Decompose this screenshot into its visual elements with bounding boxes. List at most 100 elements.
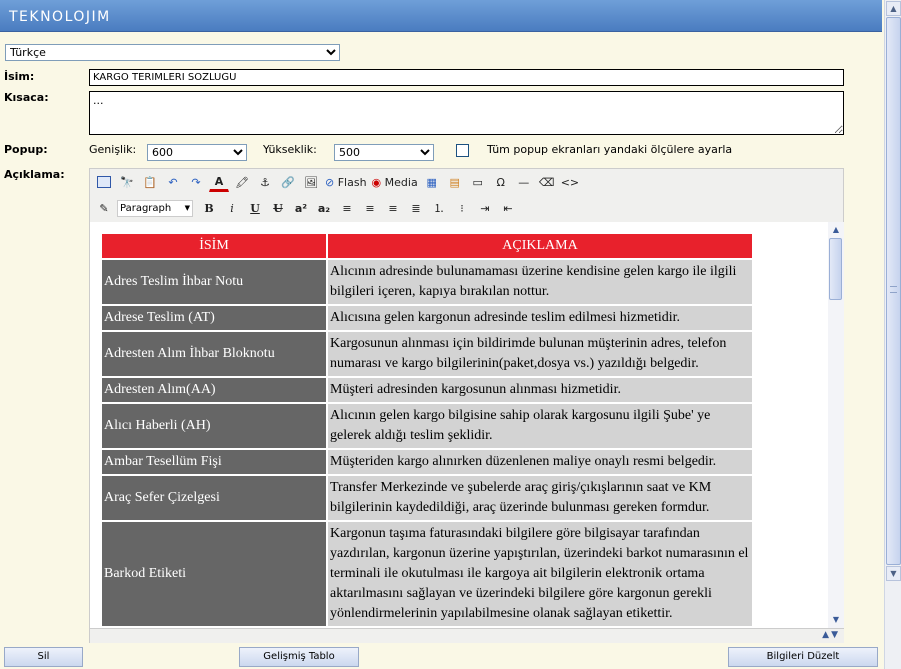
table-row: Barkod Etiketi Kargonun taşıma faturasınd… xyxy=(102,522,752,626)
term-name-cell: Barkod Etiketi xyxy=(102,522,326,626)
styles-icon[interactable]: ✎ xyxy=(94,198,114,218)
term-description-cell: Müşteri adresinden kargosunun alınması h… xyxy=(328,378,752,402)
outdent-icon[interactable]: ⇤ xyxy=(498,198,518,218)
table-row: Adresten Alım İhbar Bloknotu Kargosunun a… xyxy=(102,332,752,376)
term-name-cell: Adresten Alım(AA) xyxy=(102,378,326,402)
template-icon[interactable]: ▭ xyxy=(468,172,488,192)
apply-all-popups-checkbox[interactable] xyxy=(456,144,469,157)
term-description-cell: Alıcının gelen kargo bilgisine sahip ola… xyxy=(328,404,752,448)
apply-all-label: Tüm popup ekranları yandaki ölçülere aya… xyxy=(487,143,733,156)
html-source-icon[interactable]: <> xyxy=(560,172,580,192)
table-row: Adrese Teslim (AT) Alıcısına gelen kargon… xyxy=(102,306,752,330)
indent-icon[interactable]: ⇥ xyxy=(475,198,495,218)
underline-button[interactable]: U xyxy=(245,198,265,218)
editor-content-area[interactable]: İSİM AÇIKLAMA Adres Teslim İhbar Notu Alı… xyxy=(90,222,844,628)
editor-statusbar: ▲▼ xyxy=(90,628,844,643)
italic-button[interactable]: i xyxy=(222,198,242,218)
table-header-name: İSİM xyxy=(102,234,326,258)
term-description-cell: Alıcısına gelen kargonun adresinde tesli… xyxy=(328,306,752,330)
editor-scroll-up-icon[interactable]: ▲ xyxy=(828,222,844,238)
image-icon[interactable]: 🖼 xyxy=(301,172,321,192)
terms-table: İSİM AÇIKLAMA Adres Teslim İhbar Notu Alı… xyxy=(100,232,754,628)
language-select[interactable]: Türkçe xyxy=(5,44,340,61)
popup-width-select[interactable]: 600 xyxy=(147,144,247,161)
bold-button[interactable]: B xyxy=(199,198,219,218)
name-label: İsim: xyxy=(4,70,35,83)
flash-label: Flash xyxy=(337,175,367,189)
table-row: Ambar Tesellüm Fişi Müşteriden kargo alın… xyxy=(102,450,752,474)
scroll-up-arrow-icon[interactable]: ▲ xyxy=(886,1,901,16)
term-name-cell: Adresten Alım İhbar Bloknotu xyxy=(102,332,326,376)
editor-scrollbar[interactable]: ▲ ▼ xyxy=(828,222,844,628)
summary-textarea[interactable]: ... xyxy=(89,91,844,135)
popup-height-select[interactable]: 500 xyxy=(334,144,434,161)
align-left-icon[interactable]: ≡ xyxy=(337,198,357,218)
strikethrough-button[interactable]: U xyxy=(268,198,288,218)
term-name-cell: Alıcı Haberli (AH) xyxy=(102,404,326,448)
rich-text-editor[interactable]: 🔭 📋 ↶ ↷ A 🖍 ⚓ 🔗 🖼 ⊘ Flash ◉ Media ▦ ▤ ▭ … xyxy=(89,168,844,643)
link-icon[interactable]: 🔗 xyxy=(278,172,298,192)
flash-button[interactable]: ⊘ Flash xyxy=(324,172,368,192)
term-name-cell: Adrese Teslim (AT) xyxy=(102,306,326,330)
align-right-icon[interactable]: ≡ xyxy=(383,198,403,218)
find-icon[interactable]: 🔭 xyxy=(117,172,137,192)
media-label: Media xyxy=(384,175,418,189)
editor-toolbar-row-1: 🔭 📋 ↶ ↷ A 🖍 ⚓ 🔗 🖼 ⊘ Flash ◉ Media ▦ ▤ ▭ … xyxy=(94,171,583,193)
update-button[interactable]: Bilgileri Düzelt xyxy=(728,647,878,667)
term-description-cell: Kargonun taşıma faturasındaki bilgilere … xyxy=(328,522,752,626)
table-row: Adresten Alım(AA) Müşteri adresinden karg… xyxy=(102,378,752,402)
chevron-down-icon: ▼ xyxy=(184,204,190,212)
format-value: Paragraph xyxy=(120,202,172,214)
term-description-cell: Kargosunun alınması için bildirimde bulu… xyxy=(328,332,752,376)
table-row: Araç Sefer Çizelgesi Transfer Merkezinde … xyxy=(102,476,752,520)
term-description-cell: Alıcının adresinde bulunamaması üzerine … xyxy=(328,260,752,304)
page-scrollbar[interactable]: ▲ ▼ xyxy=(884,0,901,669)
app-logo: TEKNOLOJIM xyxy=(9,9,111,25)
bullet-list-icon[interactable]: ⁝ xyxy=(452,198,472,218)
table-icon[interactable]: ▦ xyxy=(422,172,442,192)
term-description-cell: Müşteriden kargo alınırken düzenlenen ma… xyxy=(328,450,752,474)
term-name-cell: Ambar Tesellüm Fişi xyxy=(102,450,326,474)
scrollbar-thumb[interactable] xyxy=(886,17,901,565)
align-center-icon[interactable]: ≡ xyxy=(360,198,380,218)
numbered-list-icon[interactable]: ⒈ xyxy=(429,198,449,218)
background-color-icon[interactable]: 🖍 xyxy=(232,172,252,192)
special-char-icon[interactable]: Ω xyxy=(491,172,511,192)
app-header: TEKNOLOJIM xyxy=(0,0,882,32)
table-row: Alıcı Haberli (AH) Alıcının gelen kargo b… xyxy=(102,404,752,448)
media-icon: ◉ xyxy=(371,175,382,189)
table-row: Adres Teslim İhbar Notu Alıcının adresind… xyxy=(102,260,752,304)
editor-toolbar-row-2: ✎ Paragraph ▼ B i U U a² a₂ ≡ ≡ ≡ ≣ ⒈ ⁝ ⇥… xyxy=(94,197,521,219)
superscript-icon[interactable]: a² xyxy=(291,198,311,218)
flash-icon: ⊘ xyxy=(325,175,335,189)
delete-button[interactable]: Sil xyxy=(4,647,83,667)
table-header-description: AÇIKLAMA xyxy=(328,234,752,258)
advanced-table-button[interactable]: Gelişmiş Tablo xyxy=(239,647,359,667)
horizontal-rule-icon[interactable]: — xyxy=(514,172,534,192)
undo-icon[interactable]: ↶ xyxy=(163,172,183,192)
eraser-icon[interactable]: ⌫ xyxy=(537,172,557,192)
height-label: Yükseklik: xyxy=(263,143,317,156)
description-label: Açıklama: xyxy=(4,168,65,181)
width-label: Genişlik: xyxy=(89,143,137,156)
term-name-cell: Araç Sefer Çizelgesi xyxy=(102,476,326,520)
term-name-cell: Adres Teslim İhbar Notu xyxy=(102,260,326,304)
media-button[interactable]: ◉ Media xyxy=(371,172,419,192)
name-input[interactable] xyxy=(89,69,844,86)
anchor-icon[interactable]: ⚓ xyxy=(255,172,275,192)
paste-icon[interactable]: 📋 xyxy=(140,172,160,192)
resize-arrows-icon[interactable]: ▲▼ xyxy=(822,630,840,640)
format-select[interactable]: Paragraph ▼ xyxy=(117,199,193,217)
new-document-icon[interactable] xyxy=(94,172,114,192)
align-justify-icon[interactable]: ≣ xyxy=(406,198,426,218)
table-edit-icon[interactable]: ▤ xyxy=(445,172,465,192)
editor-scrollbar-thumb[interactable] xyxy=(829,238,842,300)
redo-icon[interactable]: ↷ xyxy=(186,172,206,192)
editor-scroll-down-icon[interactable]: ▼ xyxy=(828,612,844,628)
popup-label: Popup: xyxy=(4,143,48,156)
scroll-down-arrow-icon[interactable]: ▼ xyxy=(886,566,901,581)
term-description-cell: Transfer Merkezinde ve şubelerde araç gi… xyxy=(328,476,752,520)
summary-label: Kısaca: xyxy=(4,91,49,104)
text-color-icon[interactable]: A xyxy=(209,172,229,192)
subscript-icon[interactable]: a₂ xyxy=(314,198,334,218)
